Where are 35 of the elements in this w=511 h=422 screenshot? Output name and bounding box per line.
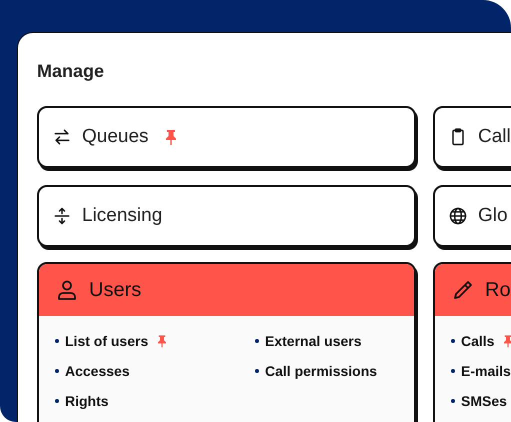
card-title: Ro xyxy=(485,278,511,302)
swap-icon xyxy=(52,127,72,147)
bullet-icon xyxy=(55,399,59,403)
menu-link[interactable]: E-mails xyxy=(461,363,511,379)
globe-icon xyxy=(448,206,468,226)
menu-link[interactable]: Accesses xyxy=(65,363,130,379)
pen-icon xyxy=(451,278,475,302)
menu-tile[interactable]: Glo xyxy=(433,185,511,247)
menu-link[interactable]: External users xyxy=(265,333,362,349)
updown-icon xyxy=(52,206,72,226)
person-icon xyxy=(55,278,79,302)
bullet-icon xyxy=(55,369,59,373)
bullet-icon xyxy=(451,369,455,373)
tile-label: Call xyxy=(478,126,511,148)
menu-link[interactable]: SMSes xyxy=(461,393,507,409)
tile-label: Queues xyxy=(82,126,149,148)
menu-tile[interactable]: Licensing xyxy=(37,185,416,247)
card-title: Users xyxy=(89,278,142,302)
section-title: Manage xyxy=(37,61,104,82)
menu-tile[interactable]: Call xyxy=(433,106,511,168)
pin-icon[interactable] xyxy=(504,334,511,348)
menu-tile[interactable]: Queues xyxy=(37,106,416,168)
pin-icon[interactable] xyxy=(157,334,168,348)
bullet-icon xyxy=(255,369,259,373)
bullet-icon xyxy=(255,339,259,343)
bullet-icon xyxy=(451,399,455,403)
bullet-icon xyxy=(55,339,59,343)
pin-icon[interactable] xyxy=(164,129,177,145)
bullet-icon xyxy=(451,339,455,343)
tile-label: Glo xyxy=(478,205,508,227)
tile-label: Licensing xyxy=(82,205,162,227)
menu-link[interactable]: List of users xyxy=(65,333,148,349)
menu-link[interactable]: Calls xyxy=(461,333,494,349)
menu-link[interactable]: Call permissions xyxy=(265,363,378,379)
menu-link[interactable]: Rights xyxy=(65,393,109,409)
